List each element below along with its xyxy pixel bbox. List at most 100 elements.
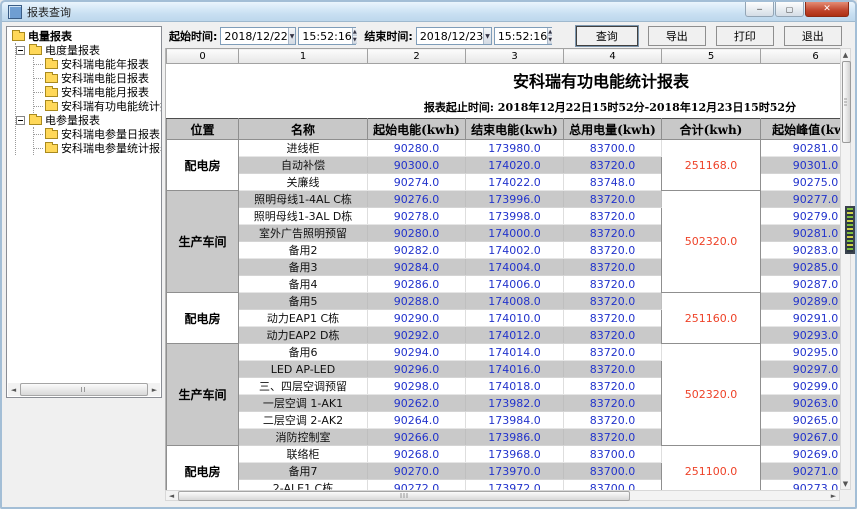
total-usage-cell[interactable]: 83700.0 [564,480,662,491]
name-cell[interactable]: 自动补偿 [239,157,368,174]
column-number-cell[interactable]: 3 [466,49,564,64]
total-usage-cell[interactable]: 83720.0 [564,310,662,327]
end-energy-cell[interactable]: 174002.0 [466,242,564,259]
scroll-right-icon[interactable]: ► [828,490,839,501]
name-cell[interactable]: 备用7 [239,463,368,480]
minimize-button[interactable]: ─ [745,2,774,17]
query-button[interactable]: 查询 [576,26,638,46]
start-peak-cell[interactable]: 90271.0 [761,463,841,480]
column-header-cell[interactable]: 结束电能(kwh) [466,119,564,140]
sidebar-item-report[interactable]: 安科瑞电能月报表 [34,85,159,99]
column-number-cell[interactable]: 4 [564,49,662,64]
start-energy-cell[interactable]: 90280.0 [368,225,466,242]
horizontal-scroll-thumb[interactable] [178,491,630,501]
scroll-left-icon[interactable]: ◄ [166,490,177,501]
start-time-spinner[interactable]: 15:52:16 ▲ ▼ [298,27,356,45]
column-number-cell[interactable]: 5 [662,49,761,64]
start-energy-cell[interactable]: 90290.0 [368,310,466,327]
start-peak-cell[interactable]: 90273.0 [761,480,841,491]
start-date-picker[interactable]: 2018/12/22 ▼ [220,27,296,45]
end-energy-cell[interactable]: 173982.0 [466,395,564,412]
end-energy-cell[interactable]: 174000.0 [466,225,564,242]
name-cell[interactable]: 备用2 [239,242,368,259]
end-energy-cell[interactable]: 174004.0 [466,259,564,276]
start-peak-cell[interactable]: 90299.0 [761,378,841,395]
start-energy-cell[interactable]: 90284.0 [368,259,466,276]
exit-button[interactable]: 退出 [784,26,842,46]
total-usage-cell[interactable]: 83700.0 [564,463,662,480]
start-peak-cell[interactable]: 90291.0 [761,310,841,327]
name-cell[interactable]: 联络柜 [239,446,368,463]
end-energy-cell[interactable]: 174022.0 [466,174,564,191]
vertical-scrollbar[interactable]: ▲ ▼ [840,48,851,490]
name-cell[interactable]: 备用3 [239,259,368,276]
name-cell[interactable]: 备用5 [239,293,368,310]
end-energy-cell[interactable]: 173980.0 [466,140,564,157]
close-button[interactable]: ✕ [805,2,849,17]
total-usage-cell[interactable]: 83720.0 [564,293,662,310]
column-number-cell[interactable]: 2 [368,49,466,64]
total-usage-cell[interactable]: 83720.0 [564,157,662,174]
start-energy-cell[interactable]: 90298.0 [368,378,466,395]
column-number-cell[interactable]: 0 [167,49,239,64]
horizontal-scrollbar[interactable]: ◄ ► [165,490,840,501]
start-energy-cell[interactable]: 90262.0 [368,395,466,412]
chevron-down-icon[interactable]: ▼ [288,28,296,44]
collapse-expander-icon[interactable] [16,46,25,55]
sidebar-item-report[interactable]: 安科瑞电参量日报表 [34,127,159,141]
column-number-cell[interactable]: 6 [761,49,841,64]
total-usage-cell[interactable]: 83720.0 [564,191,662,208]
end-energy-cell[interactable]: 174018.0 [466,378,564,395]
start-energy-cell[interactable]: 90282.0 [368,242,466,259]
column-header-cell[interactable]: 起始峰值(kwh) [761,119,841,140]
end-energy-cell[interactable]: 174008.0 [466,293,564,310]
start-energy-cell[interactable]: 90294.0 [368,344,466,361]
scroll-left-icon[interactable]: ◄ [8,384,19,395]
start-energy-cell[interactable]: 90292.0 [368,327,466,344]
export-button[interactable]: 导出 [648,26,706,46]
end-energy-cell[interactable]: 173986.0 [466,429,564,446]
name-cell[interactable]: 动力EAP1 C栋 [239,310,368,327]
name-cell[interactable]: 照明母线1-4AL C栋 [239,191,368,208]
start-energy-cell[interactable]: 90272.0 [368,480,466,491]
total-usage-cell[interactable]: 83720.0 [564,361,662,378]
name-cell[interactable]: 2-ALE1 C栋 [239,480,368,491]
spinner-down-icon[interactable]: ▼ [353,36,357,44]
tree-horizontal-scrollbar[interactable]: ◄ ► [8,383,160,396]
total-usage-cell[interactable]: 83700.0 [564,446,662,463]
end-date-picker[interactable]: 2018/12/23 ▼ [416,27,492,45]
name-cell[interactable]: 关廉线 [239,174,368,191]
column-header-cell[interactable]: 合计(kwh) [662,119,761,140]
start-peak-cell[interactable]: 90279.0 [761,208,841,225]
sidebar-root-item[interactable]: 电量报表 [10,29,159,43]
total-usage-cell[interactable]: 83720.0 [564,344,662,361]
start-energy-cell[interactable]: 90300.0 [368,157,466,174]
column-header-cell[interactable]: 名称 [239,119,368,140]
start-peak-cell[interactable]: 90267.0 [761,429,841,446]
start-energy-cell[interactable]: 90276.0 [368,191,466,208]
column-header-cell[interactable]: 位置 [167,119,239,140]
start-peak-cell[interactable]: 90281.0 [761,225,841,242]
spinner-up-icon[interactable]: ▲ [548,28,552,36]
name-cell[interactable]: 消防控制室 [239,429,368,446]
total-usage-cell[interactable]: 83720.0 [564,327,662,344]
total-usage-cell[interactable]: 83720.0 [564,208,662,225]
name-cell[interactable]: 备用6 [239,344,368,361]
start-energy-cell[interactable]: 90274.0 [368,174,466,191]
scroll-up-icon[interactable]: ▲ [841,49,850,60]
end-energy-cell[interactable]: 173968.0 [466,446,564,463]
start-energy-cell[interactable]: 90266.0 [368,429,466,446]
start-peak-cell[interactable]: 90265.0 [761,412,841,429]
end-time-spinner[interactable]: 15:52:16 ▲ ▼ [494,27,552,45]
sidebar-item-report[interactable]: 安科瑞有功电能统计报表 [34,99,159,113]
column-number-cell[interactable]: 1 [239,49,368,64]
total-usage-cell[interactable]: 83720.0 [564,276,662,293]
vertical-scroll-thumb[interactable] [842,61,851,143]
start-peak-cell[interactable]: 90295.0 [761,344,841,361]
name-cell[interactable]: 三、四层空调预留 [239,378,368,395]
start-peak-cell[interactable]: 90275.0 [761,174,841,191]
total-usage-cell[interactable]: 83720.0 [564,259,662,276]
total-usage-cell[interactable]: 83720.0 [564,225,662,242]
end-energy-cell[interactable]: 173998.0 [466,208,564,225]
collapse-expander-icon[interactable] [16,116,25,125]
